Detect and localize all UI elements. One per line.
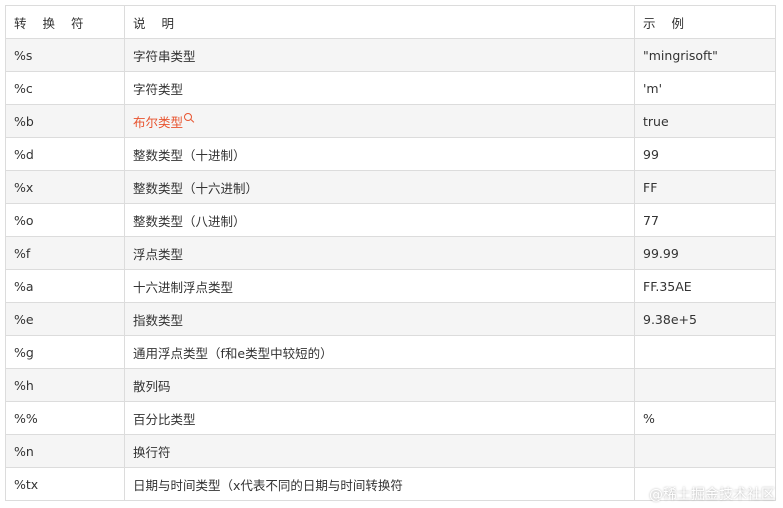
search-icon[interactable] [184, 112, 193, 121]
cell-description-link[interactable]: 布尔类型 [124, 104, 635, 138]
boolean-type-link[interactable]: 布尔类型 [133, 115, 183, 130]
cell-description: 整数类型（八进制） [124, 203, 635, 237]
header-description: 说 明 [124, 5, 635, 39]
table-row: %e 指数类型 9.38e+5 [5, 302, 776, 336]
cell-symbol: %tx [5, 467, 125, 501]
cell-description: 字符串类型 [124, 38, 635, 72]
cell-symbol: %c [5, 71, 125, 105]
cell-description: 字符类型 [124, 71, 635, 105]
cell-description: 浮点类型 [124, 236, 635, 270]
table-row: %d 整数类型（十进制） 99 [5, 137, 776, 171]
cell-example: "mingrisoft" [634, 38, 776, 72]
table-row: %f 浮点类型 99.99 [5, 236, 776, 270]
cell-symbol: %n [5, 434, 125, 468]
cell-description: 十六进制浮点类型 [124, 269, 635, 303]
table-row: %x 整数类型（十六进制） FF [5, 170, 776, 204]
cell-description: 百分比类型 [124, 401, 635, 435]
cell-example: FF [634, 170, 776, 204]
table-row: %h 散列码 [5, 368, 776, 402]
table-row: %s 字符串类型 "mingrisoft" [5, 38, 776, 72]
cell-example: 77 [634, 203, 776, 237]
format-specifier-table: 转 换 符 说 明 示 例 %s 字符串类型 "mingrisoft" %c 字… [5, 5, 776, 501]
cell-example [634, 434, 776, 468]
cell-symbol: %a [5, 269, 125, 303]
cell-description: 通用浮点类型（f和e类型中较短的） [124, 335, 635, 369]
cell-symbol: %g [5, 335, 125, 369]
cell-symbol: %f [5, 236, 125, 270]
cell-example: FF.35AE [634, 269, 776, 303]
cell-example: 99 [634, 137, 776, 171]
cell-symbol: %d [5, 137, 125, 171]
cell-description: 指数类型 [124, 302, 635, 336]
cell-symbol: %e [5, 302, 125, 336]
cell-example [634, 368, 776, 402]
header-example: 示 例 [634, 5, 776, 39]
cell-example: 99.99 [634, 236, 776, 270]
cell-example: % [634, 401, 776, 435]
cell-description: 整数类型（十进制） [124, 137, 635, 171]
cell-example: 9.38e+5 [634, 302, 776, 336]
table-row: %% 百分比类型 % [5, 401, 776, 435]
table-row: %g 通用浮点类型（f和e类型中较短的） [5, 335, 776, 369]
cell-description: 整数类型（十六进制） [124, 170, 635, 204]
cell-description: 换行符 [124, 434, 635, 468]
juejin-watermark: @稀土掘金技术社区 [649, 487, 775, 503]
table-row: %b 布尔类型 true [5, 104, 776, 138]
cell-example: true [634, 104, 776, 138]
cell-symbol: %h [5, 368, 125, 402]
cell-symbol: %x [5, 170, 125, 204]
table-row: %a 十六进制浮点类型 FF.35AE [5, 269, 776, 303]
cell-symbol: %% [5, 401, 125, 435]
table-row: %o 整数类型（八进制） 77 [5, 203, 776, 237]
cell-symbol: %o [5, 203, 125, 237]
header-symbol: 转 换 符 [5, 5, 125, 39]
cell-symbol: %b [5, 104, 125, 138]
cell-example: 'm' [634, 71, 776, 105]
cell-description: 日期与时间类型（x代表不同的日期与时间转换符 [124, 467, 635, 501]
table-row: %n 换行符 [5, 434, 776, 468]
table-row: %c 字符类型 'm' [5, 71, 776, 105]
cell-symbol: %s [5, 38, 125, 72]
cell-description: 散列码 [124, 368, 635, 402]
format-table-container: 转 换 符 说 明 示 例 %s 字符串类型 "mingrisoft" %c 字… [5, 5, 776, 501]
table-header-row: 转 换 符 说 明 示 例 [5, 5, 776, 39]
cell-example [634, 335, 776, 369]
